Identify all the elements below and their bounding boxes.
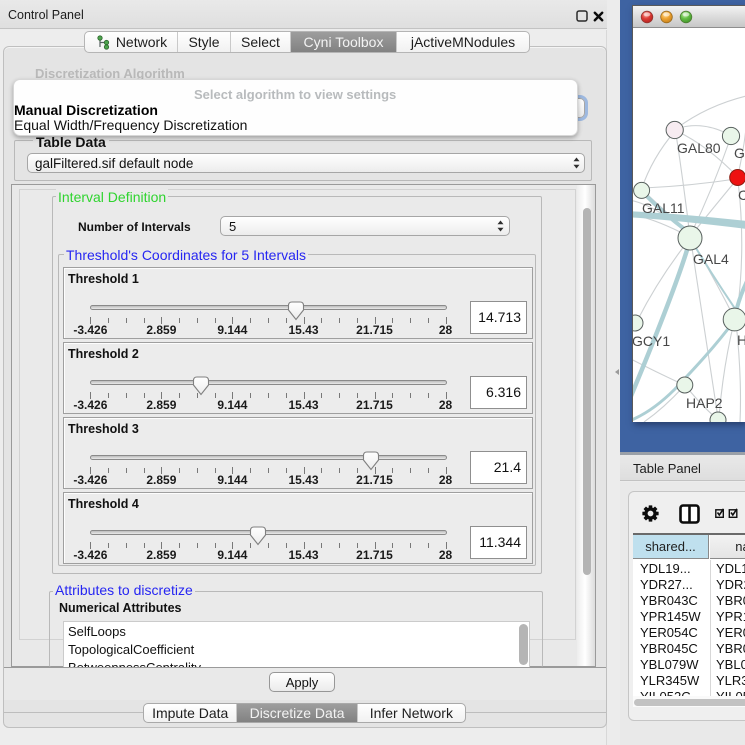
svg-text:CY: CY <box>738 187 745 203</box>
svg-text:HI: HI <box>737 332 745 348</box>
svg-text:GAL80: GAL80 <box>677 140 721 156</box>
svg-text:GAL11: GAL11 <box>642 200 685 216</box>
svg-text:GA: GA <box>734 145 745 161</box>
svg-text:GCY1: GCY1 <box>633 333 670 349</box>
svg-text:GAL4: GAL4 <box>693 251 729 267</box>
svg-text:HAP2: HAP2 <box>686 395 723 411</box>
